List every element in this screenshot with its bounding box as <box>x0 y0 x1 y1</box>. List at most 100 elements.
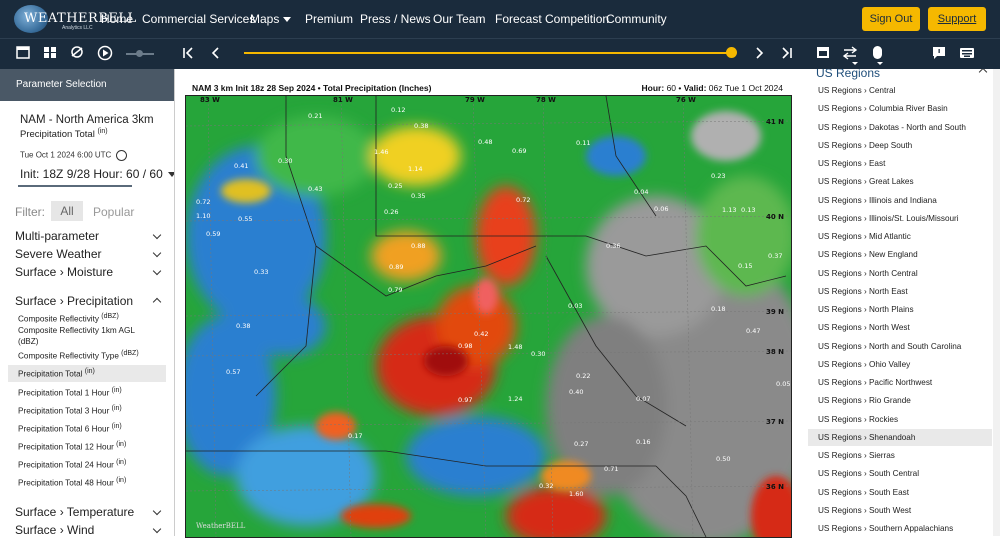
next-frame-icon[interactable] <box>756 47 764 59</box>
param-label: Precipitation Total 24 Hour <box>18 460 114 470</box>
nav-commercial-services[interactable]: Commercial Services <box>142 12 255 26</box>
region-item[interactable]: US Regions › Great Lakes <box>808 173 992 190</box>
chevron-down-icon[interactable] <box>152 524 162 534</box>
precip-value: 1.24 <box>508 395 522 403</box>
region-item[interactable]: US Regions › North East <box>808 283 992 300</box>
weatherbell-logo[interactable]: WEATHERBELL Analytics LLC <box>14 5 136 33</box>
timeline-slider-knob[interactable] <box>726 47 737 58</box>
region-item[interactable]: US Regions › Mid Atlantic <box>808 228 992 245</box>
region-item[interactable]: US Regions › Illinois and Indiana <box>808 192 992 209</box>
region-item[interactable]: US Regions › Rio Grande <box>808 392 992 409</box>
category-surface-temperature[interactable]: Surface › Temperature <box>15 505 134 519</box>
param-unit: (in) <box>111 405 122 412</box>
region-item[interactable]: US Regions › South Central <box>808 465 992 482</box>
region-item[interactable]: US Regions › Ohio Valley <box>808 356 992 373</box>
nav-home[interactable]: Home <box>101 12 133 26</box>
prev-frame-icon[interactable] <box>211 47 219 59</box>
region-item[interactable]: US Regions › Dakotas - North and South <box>808 119 992 136</box>
param-precipitation-total-48h[interactable]: Precipitation Total 48 Hour (in) <box>18 477 126 488</box>
region-item[interactable]: US Regions › North and South Carolina <box>808 338 992 355</box>
last-frame-icon[interactable] <box>782 47 792 59</box>
calendar-icon[interactable] <box>817 47 829 58</box>
valid-value: 06z Tue 1 Oct 2024 <box>708 83 783 93</box>
filter-popular-button[interactable]: Popular <box>93 205 134 219</box>
nav-community[interactable]: Community <box>606 12 667 26</box>
region-item[interactable]: US Regions › New England <box>808 246 992 263</box>
param-precipitation-total-6h[interactable]: Precipitation Total 6 Hour (in) <box>18 423 122 434</box>
no-sync-icon[interactable] <box>71 46 83 58</box>
param-composite-reflectivity-type[interactable]: Composite Reflectivity Type (dBZ) <box>18 350 139 361</box>
chevron-down-icon[interactable] <box>152 266 162 276</box>
region-item[interactable]: US Regions › Sierras <box>808 447 992 464</box>
comment-icon[interactable] <box>933 47 945 59</box>
category-severe-weather[interactable]: Severe Weather <box>15 247 102 261</box>
region-item[interactable]: US Regions › Illinois/St. Louis/Missouri <box>808 210 992 227</box>
precip-value: 1.14 <box>408 165 422 173</box>
param-unit: (in) <box>111 423 122 430</box>
region-item[interactable]: US Regions › South East <box>808 484 992 501</box>
model-name: NAM - North America 3km <box>20 114 154 126</box>
param-composite-reflectivity-1km[interactable]: Composite Reflectivity 1km AGL <box>18 326 135 335</box>
layout-grid-icon[interactable] <box>44 47 56 58</box>
precipitation-map[interactable]: 83 W 81 W 79 W 78 W 76 W 41 N 40 N 39 N … <box>185 95 792 538</box>
first-frame-icon[interactable] <box>183 47 193 59</box>
lat-label: 41 N <box>766 118 784 126</box>
chevron-down-icon[interactable] <box>152 248 162 258</box>
nav-premium[interactable]: Premium <box>305 12 353 26</box>
support-button[interactable]: Support <box>928 7 986 31</box>
speed-slider-knob[interactable] <box>136 50 143 57</box>
category-multi-parameter[interactable]: Multi-parameter <box>15 229 99 243</box>
precip-value: 0.72 <box>516 196 530 204</box>
param-precipitation-total-24h[interactable]: Precipitation Total 24 Hour (in) <box>18 459 126 470</box>
mouse-icon[interactable] <box>873 46 883 65</box>
sign-out-button[interactable]: Sign Out <box>862 7 920 31</box>
keyboard-icon[interactable] <box>960 48 974 58</box>
category-surface-moisture[interactable]: Surface › Moisture <box>15 265 113 279</box>
param-label: Precipitation Total 3 Hour <box>18 406 110 416</box>
region-item[interactable]: US Regions › Columbia River Basin <box>808 100 992 117</box>
category-surface-precipitation[interactable]: Surface › Precipitation <box>15 294 133 308</box>
param-precipitation-total-1h[interactable]: Precipitation Total 1 Hour (in) <box>18 387 122 398</box>
region-item[interactable]: US Regions › Deep South <box>808 137 992 154</box>
regions-title[interactable]: US Regions <box>816 69 880 80</box>
region-item[interactable]: US Regions › Pacific Northwest <box>808 374 992 391</box>
region-item[interactable]: US Regions › North Plains <box>808 301 992 318</box>
param-precipitation-total-12h[interactable]: Precipitation Total 12 Hour (in) <box>18 441 126 452</box>
logo-subtext: Analytics LLC <box>62 25 93 31</box>
chevron-up-icon[interactable] <box>152 297 162 307</box>
valid-date[interactable]: Tue Oct 1 2024 6:00 UTC <box>20 150 128 161</box>
regions-scrollbar[interactable] <box>993 69 1000 536</box>
nav-our-team[interactable]: Our Team <box>433 12 485 26</box>
chevron-down-icon[interactable] <box>152 230 162 240</box>
precip-value: 0.30 <box>278 157 292 165</box>
param-precipitation-total-3h[interactable]: Precipitation Total 3 Hour (in) <box>18 405 122 416</box>
param-precipitation-total[interactable]: Precipitation Total (in) <box>18 368 95 379</box>
nav-maps[interactable]: Maps <box>250 12 292 26</box>
region-item[interactable]: US Regions › South West <box>808 502 992 519</box>
region-item[interactable]: US Regions › East <box>808 155 992 172</box>
region-item[interactable]: US Regions › Rockies <box>808 411 992 428</box>
region-item[interactable]: US Regions › Central <box>808 82 992 99</box>
timeline-slider-track[interactable] <box>244 52 732 54</box>
nav-maps-label: Maps <box>250 12 280 26</box>
layout-single-icon[interactable] <box>16 46 30 59</box>
region-item[interactable]: US Regions › North Central <box>808 265 992 282</box>
precip-value: 0.48 <box>478 138 492 146</box>
precip-value: 0.38 <box>236 322 250 330</box>
param-composite-reflectivity[interactable]: Composite Reflectivity (dBZ) <box>18 313 119 324</box>
region-item[interactable]: US Regions › North West <box>808 319 992 336</box>
category-surface-wind[interactable]: Surface › Wind <box>15 523 94 536</box>
map-title-text: NAM 3 km Init 18z 28 Sep 2024 • Total Pr… <box>192 83 432 93</box>
region-item[interactable]: US Regions › Southern Appalachians <box>808 520 992 536</box>
init-hour-select[interactable]: Init: 18Z 9/28 Hour: 60 / 60 <box>20 167 174 181</box>
chevron-down-icon[interactable] <box>152 506 162 516</box>
filter-all-button[interactable]: All <box>51 201 83 221</box>
nav-forecast-competition[interactable]: Forecast Competition <box>495 12 609 26</box>
compare-icon[interactable] <box>842 46 858 65</box>
param-composite-reflectivity-1km-unit[interactable]: (dBZ) <box>18 337 38 346</box>
play-icon[interactable] <box>97 45 113 61</box>
region-item[interactable]: US Regions › Shenandoah <box>808 428 992 446</box>
nav-press-news[interactable]: Press / News <box>360 12 431 26</box>
precip-value: 0.11 <box>576 139 590 147</box>
chevron-up-icon[interactable] <box>978 69 988 77</box>
